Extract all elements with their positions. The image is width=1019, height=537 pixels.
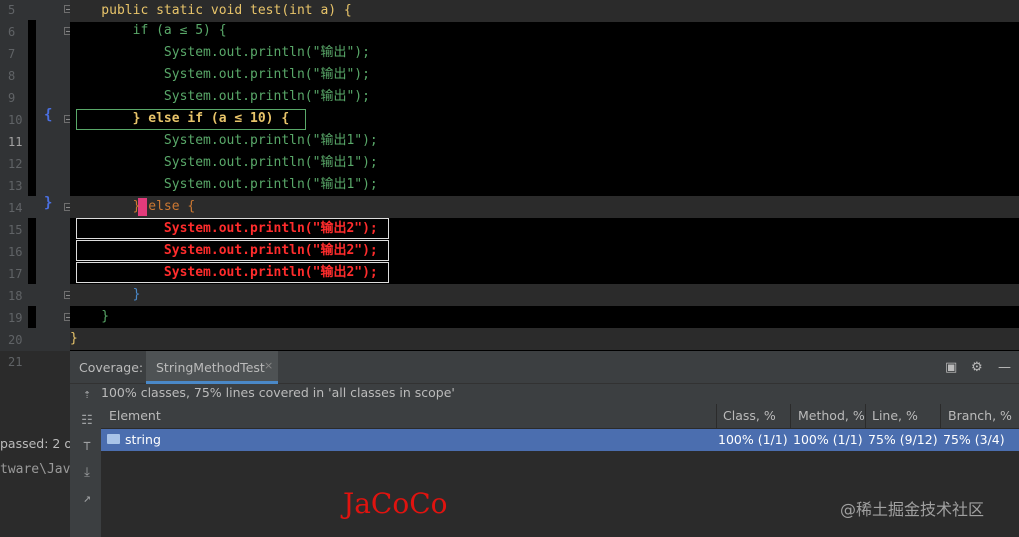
up-arrow-icon[interactable]: ⇡	[78, 387, 96, 405]
line-number: 15	[8, 223, 23, 237]
code-text: } else {	[70, 199, 196, 214]
tests-passed-text: passed: 2 of	[0, 436, 77, 451]
watermark: @稀土掘金技术社区	[840, 500, 985, 519]
code-line: System.out.println("输出1");	[70, 130, 1019, 152]
line-number: 6	[8, 25, 16, 39]
code-line: System.out.println("输出1");	[70, 174, 1019, 196]
class-cell: 100% (1/1)	[718, 432, 788, 447]
coverage-brace-mark[interactable]: {	[44, 107, 52, 123]
method-cell: 100% (1/1)	[793, 432, 863, 447]
column-header[interactable]: Line, %	[872, 408, 918, 423]
minimize-icon[interactable]: —	[998, 360, 1011, 375]
line-number: 18	[8, 289, 23, 303]
line-number: 13	[8, 179, 23, 193]
code-line: System.out.println("输出");	[70, 42, 1019, 64]
code-line: } else {	[70, 196, 1019, 218]
code-text: System.out.println("输出1");	[70, 155, 378, 170]
line-number: 9	[8, 91, 16, 105]
code-text: System.out.println("输出2");	[70, 265, 378, 280]
coverage-panel-header: Coverage: StringMethodTest × ▣ ⚙ —	[70, 351, 1019, 384]
line-number: 10	[8, 113, 23, 127]
export-icon[interactable]: ↗	[78, 491, 96, 509]
code-text: System.out.println("输出");	[70, 67, 370, 82]
column-header[interactable]: Class, %	[723, 408, 776, 423]
code-line: System.out.println("输出2");	[70, 218, 1019, 240]
line-number: 20	[8, 333, 23, 347]
code-text: if (a ≤ 5) {	[70, 23, 227, 38]
navigate-icon[interactable]: ⊤	[78, 439, 96, 457]
code-text: public static void test(int a) {	[70, 3, 352, 18]
code-line: System.out.println("输出");	[70, 86, 1019, 108]
coverage-strip	[28, 306, 36, 328]
path-text: tware\Jav	[0, 462, 71, 477]
column-header[interactable]: Element	[109, 408, 161, 423]
close-icon[interactable]: ×	[264, 359, 273, 372]
code-line: System.out.println("输出2");	[70, 262, 1019, 284]
code-line: } else if (a ≤ 10) {	[70, 108, 1019, 130]
code-text: }	[70, 287, 141, 302]
tab-stringmethodtest[interactable]: StringMethodTest ×	[146, 351, 278, 384]
code-text: }	[70, 331, 78, 346]
line-number-gutter: 5 6 7 8 9 10 11 12 13 14 15 16 17 18 19 …	[0, 0, 72, 369]
line-number: 19	[8, 311, 23, 325]
line-number: 11	[8, 135, 23, 149]
coverage-summary: 100% classes, 75% lines covered in 'all …	[101, 385, 455, 400]
line-number: 16	[8, 245, 23, 259]
column-header[interactable]: Branch, %	[948, 408, 1012, 423]
code-text: } else if (a ≤ 10) {	[70, 111, 290, 126]
line-cell: 75% (9/12)	[868, 432, 938, 447]
element-cell: string	[125, 432, 161, 447]
line-number: 5	[8, 3, 16, 17]
code-text: System.out.println("输出2");	[70, 221, 378, 236]
overlay-label: JaCoCo	[343, 487, 448, 520]
table-header: Element Class, % Method, % Line, % Branc…	[101, 404, 1019, 429]
code-editor[interactable]: public static void test(int a) { if (a ≤…	[70, 0, 1019, 351]
code-line: public static void test(int a) {	[70, 0, 1019, 22]
line-number: 12	[8, 157, 23, 171]
code-line: }	[70, 284, 1019, 306]
code-line: System.out.println("输出2");	[70, 240, 1019, 262]
code-text: System.out.println("输出");	[70, 45, 370, 60]
run-panel-fragment: passed: 2 of tware\Jav	[0, 400, 76, 537]
layout-icon[interactable]: ▣	[945, 360, 957, 375]
line-number: 17	[8, 267, 23, 281]
folder-icon	[107, 434, 120, 444]
flatten-packages-icon[interactable]: ☷	[78, 413, 96, 431]
code-text: System.out.println("输出");	[70, 89, 370, 104]
code-line: System.out.println("输出");	[70, 64, 1019, 86]
column-header[interactable]: Method, %	[798, 408, 865, 423]
table-row[interactable]: string 100% (1/1) 100% (1/1) 75% (9/12) …	[101, 429, 1019, 451]
code-line: if (a ≤ 5) {	[70, 20, 1019, 42]
line-number: 14	[8, 201, 23, 215]
code-line: System.out.println("输出1");	[70, 152, 1019, 174]
import-icon[interactable]: ⤓	[78, 465, 96, 483]
tab-label: StringMethodTest	[156, 360, 265, 375]
code-line: }	[70, 328, 1019, 350]
gear-icon[interactable]: ⚙	[971, 360, 983, 375]
code-line: }	[70, 306, 1019, 328]
coverage-strip	[28, 20, 36, 196]
line-number: 8	[8, 69, 16, 83]
code-text: System.out.println("输出1");	[70, 177, 378, 192]
code-text: System.out.println("输出2");	[70, 243, 378, 258]
line-number: 7	[8, 47, 16, 61]
coverage-strip	[28, 218, 36, 284]
code-text: }	[70, 309, 110, 324]
panel-title: Coverage:	[79, 360, 144, 375]
line-number: 21	[8, 355, 23, 369]
code-text: System.out.println("输出1");	[70, 133, 378, 148]
coverage-brace-mark[interactable]: }	[44, 195, 52, 211]
branch-cell: 75% (3/4)	[943, 432, 1005, 447]
